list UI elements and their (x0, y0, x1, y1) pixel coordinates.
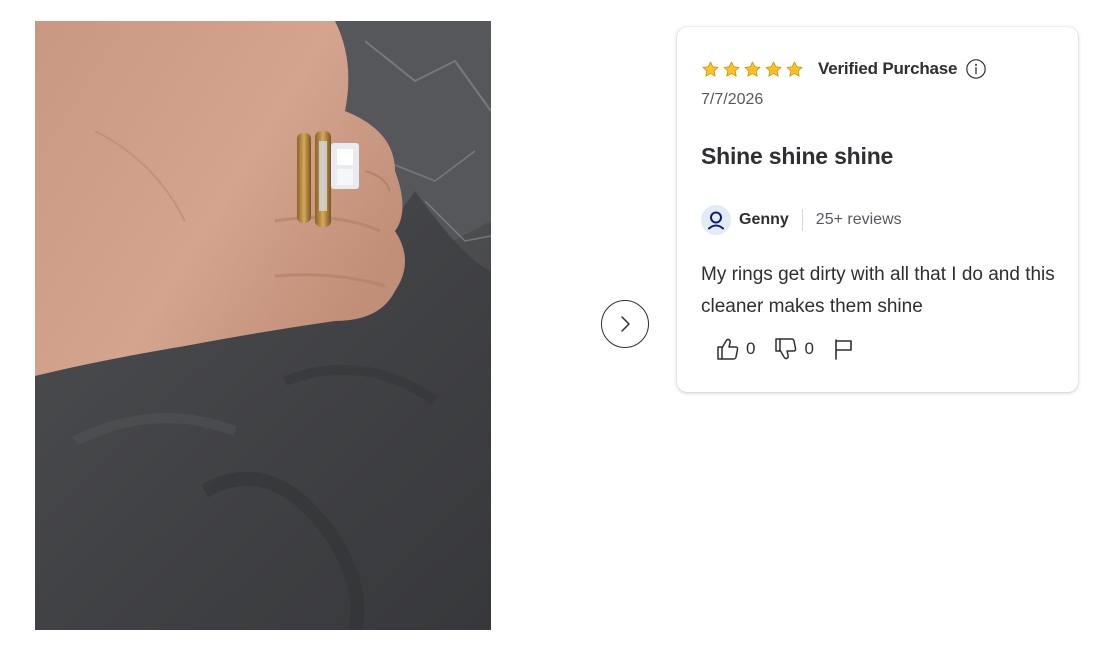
star-icon (786, 61, 803, 77)
helpful-count: 0 (746, 339, 756, 358)
verified-purchase-label: Verified Purchase (818, 59, 958, 78)
divider (801, 209, 803, 231)
next-review-button[interactable] (601, 300, 649, 348)
review-photo (35, 21, 491, 630)
thumbs-up-icon (717, 338, 739, 360)
review-gallery-modal: Verified Purchase 7/7/2026 Shine shine s… (0, 0, 1102, 656)
review-date: 7/7/2026 (701, 91, 764, 108)
chevron-right-icon (621, 316, 630, 332)
star-icon (702, 61, 719, 77)
rating-row: Verified Purchase (701, 57, 987, 81)
reviewer-info: Genny 25+ reviews (701, 203, 902, 237)
review-photo-image (35, 21, 491, 630)
review-body: My rings get dirty with all that I do an… (701, 264, 1055, 317)
not-helpful-button[interactable]: 0 (773, 336, 814, 362)
not-helpful-count: 0 (804, 339, 814, 358)
star-icon (765, 61, 782, 77)
review-actions: 0 0 (715, 335, 874, 363)
star-icon (744, 61, 761, 77)
user-icon (708, 211, 724, 230)
star-icon (723, 61, 740, 77)
flag-icon (835, 339, 852, 360)
helpful-button[interactable]: 0 (715, 336, 755, 362)
report-button[interactable] (832, 337, 856, 361)
star-rating (701, 60, 804, 79)
review-card: Verified Purchase 7/7/2026 Shine shine s… (677, 27, 1078, 392)
avatar (701, 205, 731, 235)
review-title: Shine shine shine (701, 143, 894, 169)
reviewer-review-count: 25+ reviews (815, 211, 902, 228)
reviewer-name: Genny (739, 211, 789, 228)
info-icon[interactable] (965, 58, 987, 80)
thumbs-down-icon (775, 338, 797, 360)
